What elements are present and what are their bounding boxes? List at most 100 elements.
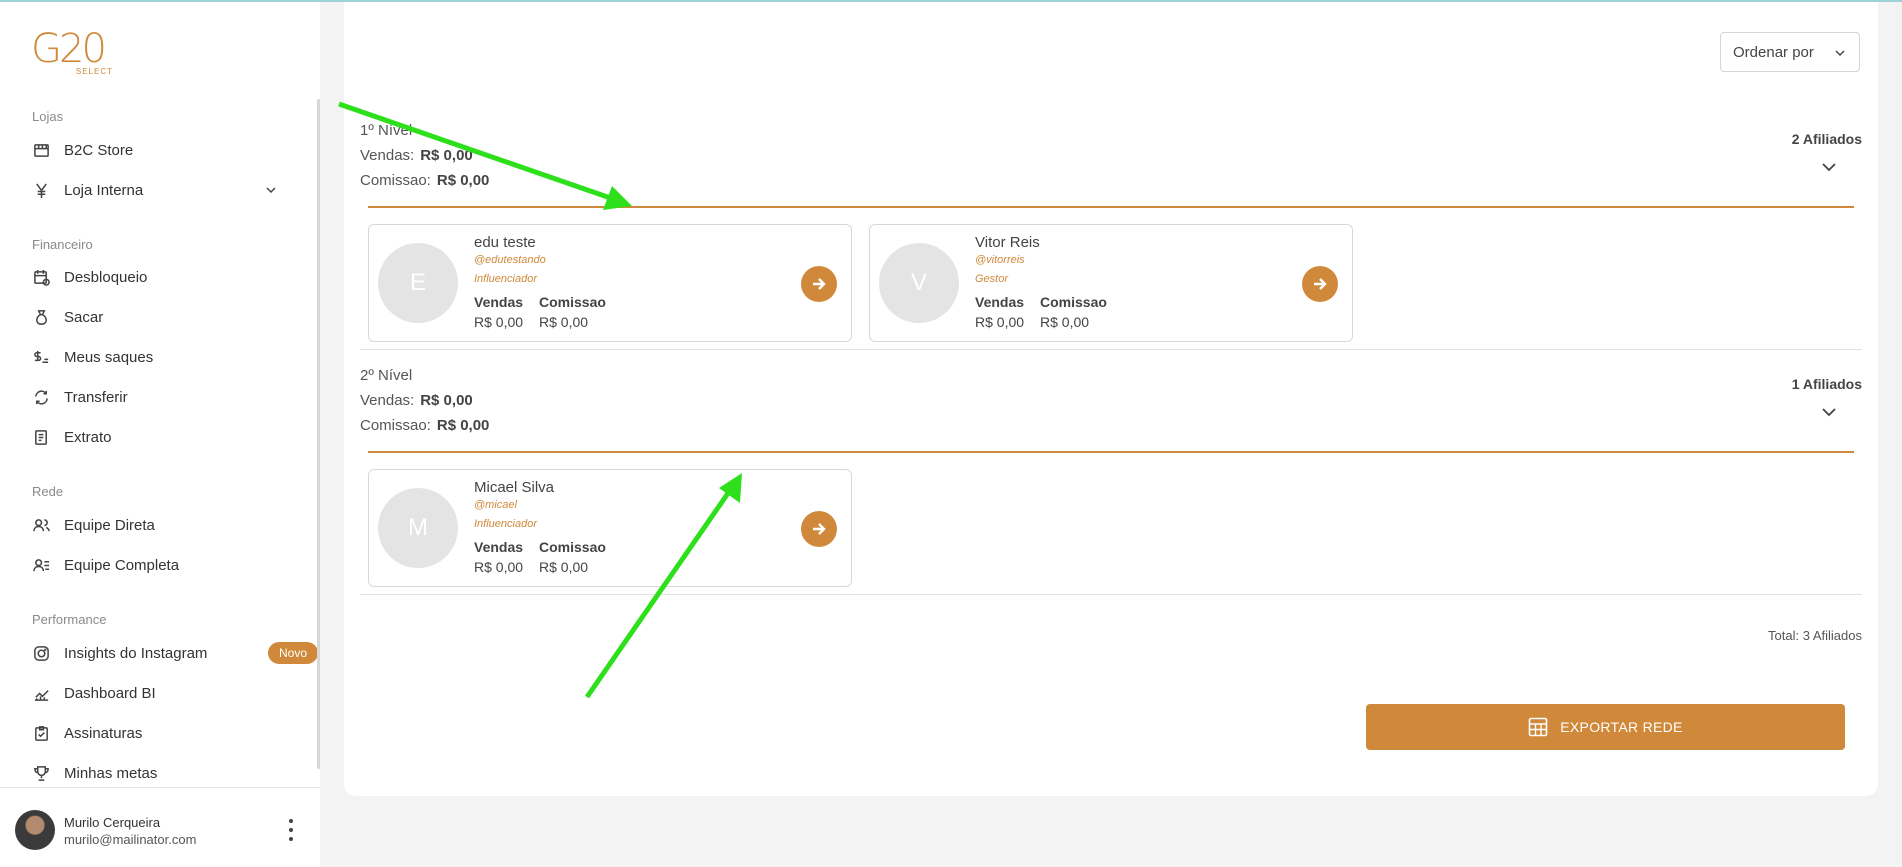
sidebar-item-label: Assinaturas [64, 724, 143, 742]
new-badge: Novo [268, 642, 319, 664]
affiliate-avatar: V [879, 243, 959, 323]
sidebar-item-label: B2C Store [64, 141, 134, 159]
sidebar-item-label: Equipe Completa [64, 556, 180, 574]
money-bag-icon [32, 308, 50, 326]
commission-value: R$ 0,00 [539, 314, 589, 330]
chevron-down-icon[interactable] [264, 183, 278, 201]
sidebar-item-label: Minhas metas [64, 764, 158, 782]
chart-icon [32, 684, 50, 702]
level-divider [368, 206, 1854, 208]
affiliate-name: edu teste [474, 234, 536, 251]
commission-value: R$ 0,00 [1040, 314, 1090, 330]
sidebar-item-desbloqueio[interactable]: Desbloqueio [32, 262, 292, 292]
sales-label: Vendas [474, 539, 524, 555]
level-title: 2º Nível [360, 367, 413, 384]
order-by-label: Ordenar por [1733, 43, 1814, 61]
affiliate-name: Vitor Reis [975, 234, 1040, 251]
sidebar: G20 SELECT Lojas B2C Store Loja Interna … [0, 2, 320, 867]
export-label: EXPORTAR REDE [1560, 719, 1683, 735]
instagram-icon [32, 644, 50, 662]
level-separator [360, 349, 1862, 350]
sidebar-item-insights-instagram[interactable]: Insights do Instagram Novo [32, 638, 319, 668]
sidebar-item-label: Desbloqueio [64, 268, 148, 286]
total-affiliates: Total: 3 Afiliados [1768, 628, 1862, 643]
sidebar-item-label: Extrato [64, 428, 112, 446]
avatar[interactable] [15, 810, 55, 850]
network-panel: Ordenar por 1º Nível Vendas: R$ 0,00 Comi… [344, 2, 1878, 796]
sidebar-item-b2c-store[interactable]: B2C Store [32, 135, 292, 165]
sidebar-item-minhas-metas[interactable]: Minhas metas [32, 758, 292, 788]
sidebar-item-meus-saques[interactable]: Meus saques [32, 342, 292, 372]
brand-logo[interactable]: G20 SELECT [31, 26, 113, 80]
user-name: Murilo Cerqueira [64, 815, 161, 830]
arrow-right-icon[interactable] [801, 511, 837, 547]
commission-value: R$ 0,00 [539, 559, 589, 575]
affiliate-card: E edu teste @edutestando Influenciador V… [368, 224, 852, 342]
sales-label: Vendas [474, 294, 524, 310]
sidebar-item-label: Sacar [64, 308, 104, 326]
sidebar-item-loja-interna[interactable]: Loja Interna [32, 175, 292, 205]
users-list-icon [32, 556, 50, 574]
level-commission: Comissao: R$ 0,00 [360, 417, 490, 434]
affiliate-card: M Micael Silva @micael Influenciador Ven… [368, 469, 852, 587]
affiliate-role: Gestor [975, 273, 1009, 285]
user-email: murilo@mailinator.com [64, 832, 197, 847]
sidebar-item-assinaturas[interactable]: Assinaturas [32, 718, 292, 748]
yen-icon [32, 181, 50, 199]
sidebar-item-label: Equipe Direta [64, 516, 155, 534]
clipboard-check-icon [32, 724, 50, 742]
sidebar-item-label: Insights do Instagram [64, 644, 208, 662]
commission-label: Comissao [539, 294, 606, 310]
chevron-down-icon[interactable] [1820, 160, 1838, 179]
section-title-financeiro: Financeiro [32, 237, 93, 252]
affiliate-handle: @vitorreis [975, 254, 1025, 266]
sidebar-item-equipe-completa[interactable]: Equipe Completa [32, 550, 292, 580]
affiliate-role: Influenciador [474, 518, 537, 530]
sidebar-item-label: Transferir [64, 388, 128, 406]
affiliate-avatar: M [378, 488, 458, 568]
affiliate-card: V Vitor Reis @vitorreis Gestor Vendas Co… [869, 224, 1353, 342]
level-affiliates-count: 1 Afiliados [1791, 376, 1862, 392]
chevron-down-icon[interactable] [1820, 405, 1838, 424]
section-title-rede: Rede [32, 484, 64, 499]
level-separator [360, 594, 1862, 595]
export-network-button[interactable]: EXPORTAR REDE [1366, 704, 1845, 750]
sales-value: R$ 0,00 [474, 559, 524, 575]
affiliate-handle: @micael [474, 499, 517, 511]
sidebar-item-sacar[interactable]: Sacar [32, 302, 292, 332]
more-options-icon[interactable] [286, 819, 296, 841]
affiliate-name: Micael Silva [474, 479, 555, 496]
section-title-lojas: Lojas [32, 109, 64, 124]
sales-label: Vendas [975, 294, 1025, 310]
sidebar-item-equipe-direta[interactable]: Equipe Direta [32, 510, 292, 540]
cash-list-icon [32, 348, 50, 366]
arrow-right-icon[interactable] [1302, 266, 1338, 302]
sales-value: R$ 0,00 [975, 314, 1025, 330]
transfer-icon [32, 388, 50, 406]
receipt-icon [32, 428, 50, 446]
level-affiliates-count: 2 Afiliados [1791, 131, 1862, 147]
users-icon [32, 516, 50, 534]
sidebar-item-label: Dashboard BI [64, 684, 156, 702]
sales-value: R$ 0,00 [474, 314, 524, 330]
order-by-select[interactable]: Ordenar por [1720, 32, 1860, 72]
affiliate-role: Influenciador [474, 273, 537, 285]
sidebar-item-transferir[interactable]: Transferir [32, 382, 292, 412]
logo-main: G20 [31, 26, 107, 72]
commission-label: Comissao [1040, 294, 1107, 310]
sidebar-item-label: Meus saques [64, 348, 154, 366]
section-title-performance: Performance [32, 612, 107, 627]
chevron-down-icon [1833, 46, 1847, 64]
level-commission: Comissao: R$ 0,00 [360, 172, 490, 189]
table-icon [1528, 717, 1548, 737]
affiliate-handle: @edutestando [474, 254, 546, 266]
sidebar-item-extrato[interactable]: Extrato [32, 422, 292, 452]
arrow-right-icon[interactable] [801, 266, 837, 302]
level-sales: Vendas: R$ 0,00 [360, 392, 473, 409]
sidebar-scrollbar[interactable] [317, 99, 320, 769]
calendar-clock-icon [32, 268, 50, 286]
user-bar: Murilo Cerqueira murilo@mailinator.com [0, 787, 320, 867]
sidebar-item-dashboard-bi[interactable]: Dashboard BI [32, 678, 292, 708]
level-2-summary: 2º Nível Vendas: R$ 0,00 Comissao: R$ 0,00… [360, 367, 1862, 434]
level-divider [368, 451, 1854, 453]
